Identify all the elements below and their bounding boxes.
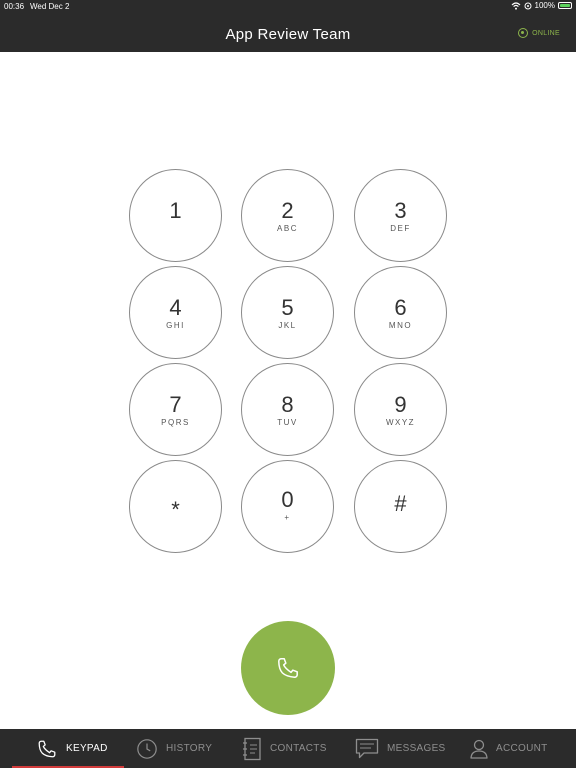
user-icon — [470, 739, 488, 759]
key-star[interactable]: * — [129, 460, 222, 553]
tab-label: CONTACTS — [270, 743, 327, 754]
address-book-icon — [243, 737, 261, 760]
tab-contacts[interactable]: CONTACTS — [242, 729, 327, 768]
chat-icon — [355, 738, 379, 758]
key-digit: 8 — [281, 392, 294, 417]
location-icon — [524, 2, 532, 9]
online-indicator-icon — [518, 28, 529, 38]
key-letters: GHI — [166, 321, 185, 330]
key-5[interactable]: 5 JKL — [241, 266, 334, 359]
key-digit: 9 — [394, 392, 407, 417]
tab-label: ACCOUNT — [496, 743, 548, 754]
clock-icon — [137, 738, 157, 759]
key-digit: 0 — [281, 487, 294, 512]
key-1[interactable]: 1 — [129, 169, 222, 262]
status-right: 100% — [511, 1, 572, 10]
key-digit: 5 — [281, 295, 294, 320]
key-0[interactable]: 0 + — [241, 460, 334, 553]
tab-label: KEYPAD — [66, 743, 108, 754]
key-8[interactable]: 8 TUV — [241, 363, 334, 456]
online-status: ONLINE — [518, 28, 560, 38]
key-letters: DEF — [390, 224, 411, 233]
wifi-icon — [511, 1, 520, 10]
online-status-label: ONLINE — [532, 29, 560, 37]
key-letters: JKL — [278, 321, 297, 330]
key-digit: 4 — [169, 295, 182, 320]
key-3[interactable]: 3 DEF — [354, 169, 447, 262]
key-7[interactable]: 7 PQRS — [129, 363, 222, 456]
key-letters: + — [284, 513, 291, 522]
key-digit: 7 — [169, 392, 182, 417]
key-2[interactable]: 2 ABC — [241, 169, 334, 262]
key-4[interactable]: 4 GHI — [129, 266, 222, 359]
key-digit: 1 — [169, 198, 182, 223]
battery-percent: 100% — [534, 1, 555, 10]
tab-account[interactable]: ACCOUNT — [470, 729, 548, 768]
key-6[interactable]: 6 MNO — [354, 266, 447, 359]
phone-icon — [38, 740, 56, 757]
key-letters: ABC — [277, 224, 298, 233]
bottom-tab-bar: KEYPAD HISTORY CONTACTS MESSAGES ACCOUNT — [0, 729, 576, 768]
battery-icon — [558, 2, 572, 9]
status-time: 00:36 — [4, 2, 25, 11]
call-button[interactable] — [241, 621, 335, 715]
key-digit: * — [171, 497, 180, 522]
status-bar: 00:36 Wed Dec 2 100% — [0, 0, 576, 14]
tab-label: HISTORY — [166, 743, 213, 754]
status-date: Wed Dec 2 — [30, 2, 70, 11]
top-bar: 00:36 Wed Dec 2 100% App Review Team ONL… — [0, 0, 576, 52]
tab-keypad[interactable]: KEYPAD — [12, 729, 124, 768]
phone-icon — [278, 658, 298, 678]
key-letters: TUV — [277, 418, 298, 427]
key-hash[interactable]: # — [354, 460, 447, 553]
key-digit: 2 — [281, 198, 294, 223]
tab-history[interactable]: HISTORY — [136, 729, 212, 768]
key-digit: # — [394, 491, 407, 516]
key-letters: WXYZ — [385, 418, 416, 427]
tab-messages[interactable]: MESSAGES — [355, 729, 446, 768]
key-digit: 3 — [394, 198, 407, 223]
key-letters: MNO — [388, 321, 413, 330]
key-9[interactable]: 9 WXYZ — [354, 363, 447, 456]
page-title: App Review Team — [225, 26, 351, 43]
tab-label: MESSAGES — [387, 743, 446, 754]
key-digit: 6 — [394, 295, 407, 320]
key-letters: PQRS — [161, 418, 190, 427]
